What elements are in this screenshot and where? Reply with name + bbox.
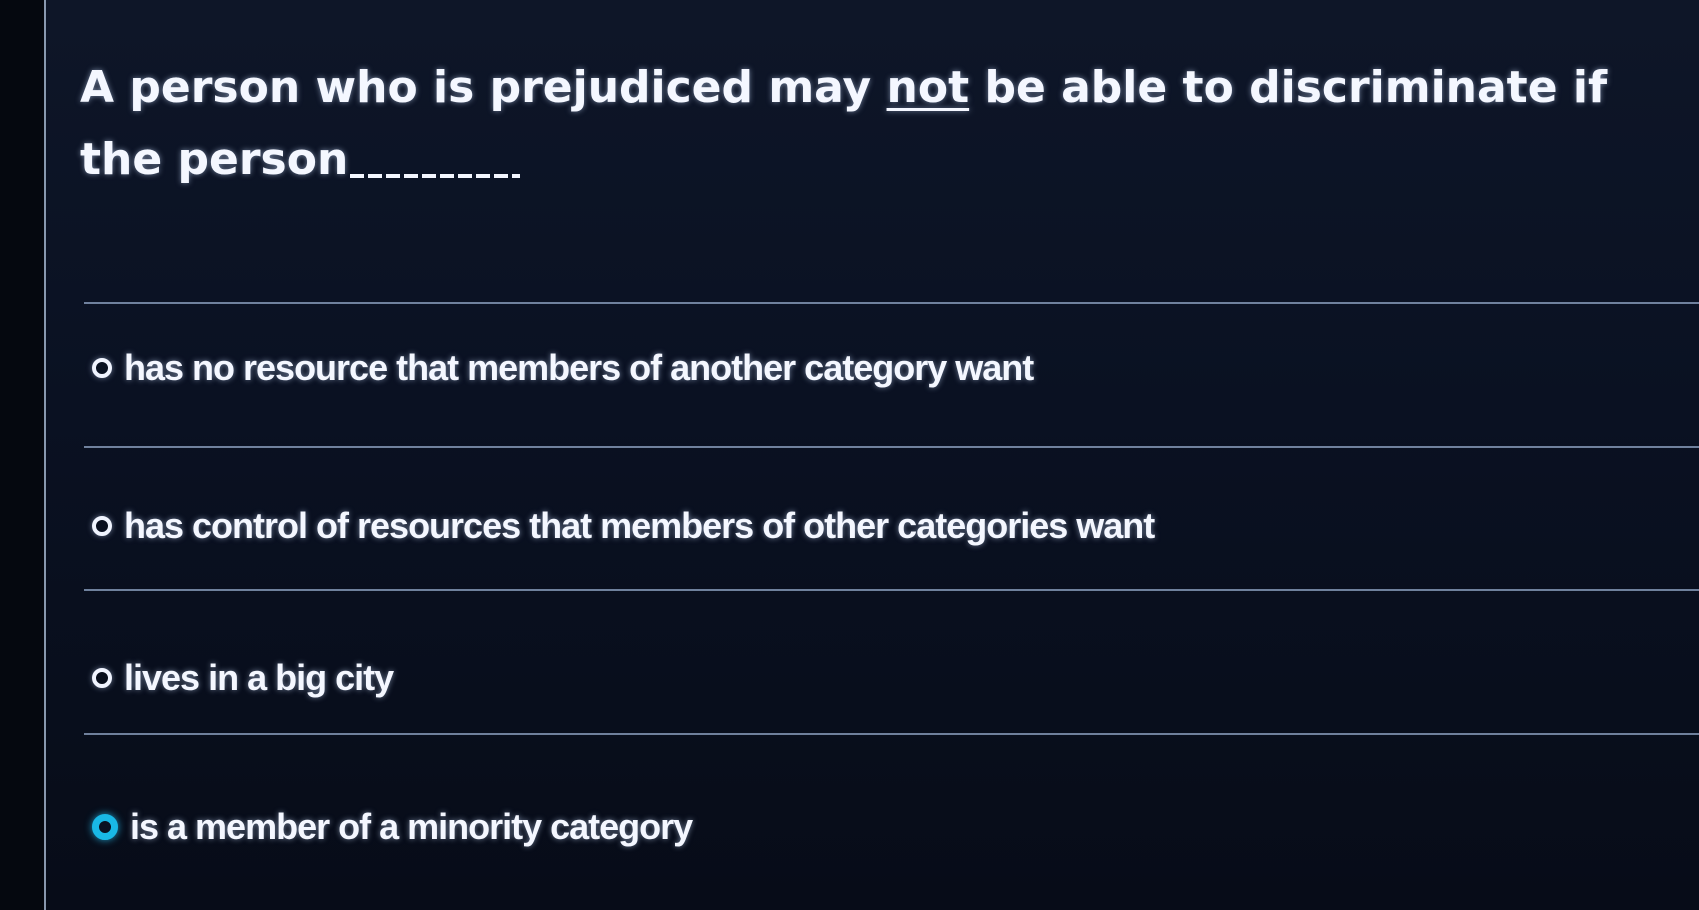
option-divider — [84, 733, 1699, 735]
option-divider — [84, 302, 1699, 304]
question-text-before: A person who is prejudiced may — [80, 62, 887, 113]
radio-button-icon[interactable] — [92, 516, 112, 536]
question-text: A person who is prejudiced may not be ab… — [80, 52, 1640, 196]
answer-option-label: lives in a big city — [124, 657, 394, 698]
answer-option-2[interactable]: has control of resources that members of… — [92, 496, 1155, 556]
answer-option-3[interactable]: lives in a big city — [92, 648, 394, 708]
answer-option-1[interactable]: has no resource that members of another … — [92, 338, 1034, 398]
option-divider — [84, 589, 1699, 591]
radio-button-icon[interactable] — [92, 358, 112, 378]
answer-option-4[interactable]: is a member of a minority category — [92, 797, 693, 857]
panel-border — [44, 0, 46, 910]
answer-blank — [350, 174, 521, 178]
radio-button-selected-icon[interactable] — [92, 814, 118, 840]
answer-option-label: has no resource that members of another … — [124, 347, 1034, 388]
monitor-bezel — [0, 0, 44, 910]
answer-option-label: is a member of a minority category — [130, 806, 693, 847]
quiz-screen: A person who is prejudiced may not be ab… — [0, 0, 1699, 910]
question-emphasis: not — [886, 62, 970, 113]
answer-option-label: has control of resources that members of… — [124, 505, 1155, 546]
radio-button-icon[interactable] — [92, 668, 112, 688]
option-divider — [84, 446, 1699, 448]
